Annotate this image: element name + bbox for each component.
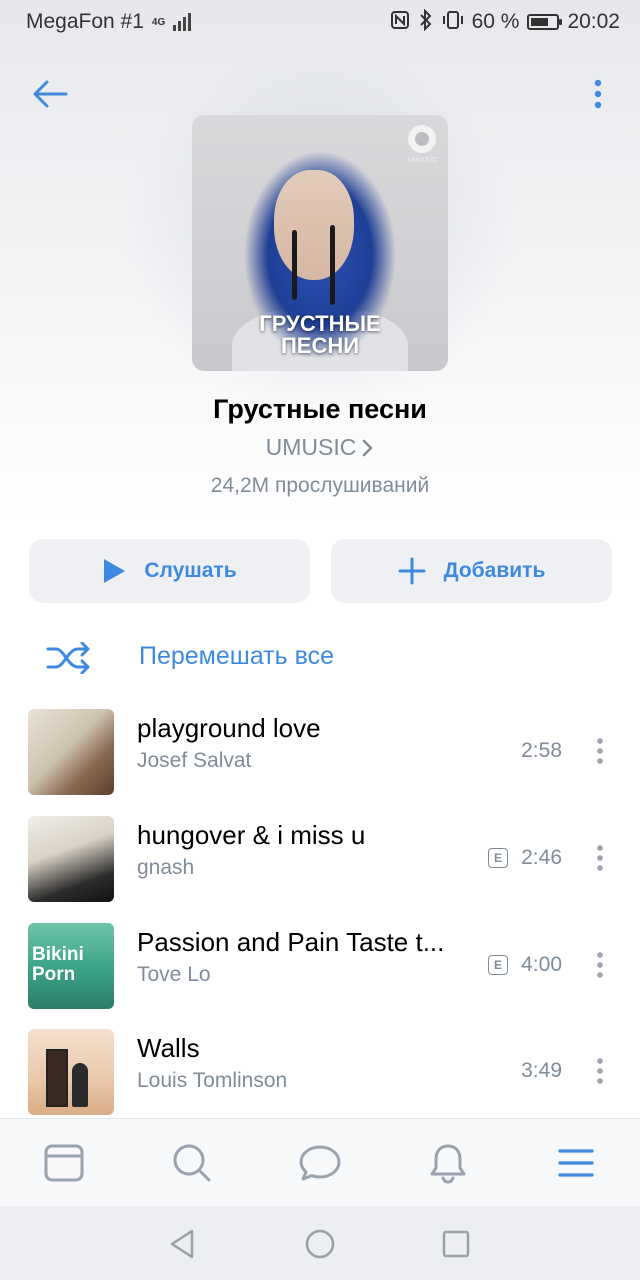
system-navigation-bar: [0, 1206, 640, 1280]
playlist-cover: UMUSIC ГРУСТНЫЕ ПЕСНИ: [192, 115, 448, 371]
cover-title-line1: ГРУСТНЫЕ: [259, 311, 381, 336]
signal-icon: [173, 13, 192, 31]
vertical-dots-icon: [594, 79, 602, 109]
tab-notifications[interactable]: [424, 1139, 472, 1187]
track-duration: 3:49: [521, 1059, 562, 1082]
listen-button-label: Слушать: [144, 559, 237, 582]
track-cover: [28, 1029, 114, 1115]
track-menu-button[interactable]: [588, 731, 612, 771]
triangle-back-icon: [170, 1229, 194, 1259]
cover-title: ГРУСТНЫЕ ПЕСНИ: [192, 313, 448, 357]
playlist-title: Грустные песни: [213, 394, 427, 424]
track-artist: gnash: [137, 856, 195, 879]
play-icon: [104, 559, 126, 583]
track-row[interactable]: Bikini Porn Passion and Pain Taste t... …: [0, 915, 640, 1015]
track-menu-button[interactable]: [588, 945, 612, 985]
nfc-icon: [390, 10, 410, 35]
tab-news[interactable]: [40, 1139, 88, 1187]
explicit-badge: E: [488, 848, 508, 868]
arrow-left-icon: [33, 80, 68, 108]
system-back-button[interactable]: [162, 1224, 202, 1264]
track-artist: Louis Tomlinson: [137, 1069, 288, 1092]
shuffle-label: Перемешать все: [139, 642, 335, 670]
square-recents-icon: [442, 1230, 470, 1258]
battery-icon: [527, 14, 563, 30]
track-artist: Tove Lo: [137, 963, 211, 986]
add-button-label: Добавить: [443, 559, 546, 582]
cover-logo-text: UMUSIC: [407, 157, 438, 164]
shuffle-all-button[interactable]: Перемешать все: [0, 630, 640, 686]
status-bar: MegaFon #1 4G 60 % 20:02: [0, 0, 640, 44]
system-home-button[interactable]: [300, 1224, 340, 1264]
track-duration: 2:58: [521, 739, 562, 762]
track-title: Walls: [137, 1033, 200, 1063]
vibrate-icon: [442, 10, 464, 35]
menu-tab-icon: [558, 1149, 594, 1177]
system-recents-button[interactable]: [436, 1224, 476, 1264]
listen-button[interactable]: Слушать: [29, 539, 310, 603]
tab-search[interactable]: [168, 1139, 216, 1187]
track-cover: Bikini Porn: [28, 923, 114, 1009]
track-title: hungover & i miss u: [137, 820, 366, 850]
carrier-name: MegaFon #1: [26, 10, 144, 33]
track-artist: Josef Salvat: [137, 749, 252, 772]
track-row[interactable]: playground love Josef Salvat 2:58: [0, 701, 640, 801]
track-title: Passion and Pain Taste t...: [137, 927, 445, 957]
back-button[interactable]: [26, 72, 74, 116]
vertical-dots-icon: [597, 952, 603, 978]
track-cover-text: Bikini Porn: [32, 944, 84, 985]
tab-messages[interactable]: [296, 1139, 344, 1187]
track-duration: 2:46: [521, 846, 562, 869]
messages-tab-icon: [299, 1145, 341, 1181]
tab-menu[interactable]: [552, 1139, 600, 1187]
listens-count: 24,2M прослушиваний: [210, 474, 430, 497]
track-cover: [28, 816, 114, 902]
cover-title-line2: ПЕСНИ: [280, 333, 360, 358]
umusic-logo-icon: [408, 125, 436, 153]
clock: 20:02: [567, 10, 620, 33]
playlist-owner-link[interactable]: UMUSIC: [0, 434, 640, 461]
battery-percent: 60 %: [471, 10, 520, 33]
status-right: 60 % 20:02: [390, 8, 620, 36]
shuffle-icon: [46, 642, 90, 674]
network-type: 4G: [151, 16, 166, 28]
track-title: playground love: [137, 713, 321, 743]
bluetooth-icon: [418, 8, 434, 36]
vertical-dots-icon: [597, 1058, 603, 1084]
more-options-button[interactable]: [580, 72, 616, 116]
notifications-tab-icon: [430, 1144, 466, 1184]
search-tab-icon: [173, 1144, 211, 1182]
chevron-right-icon: [363, 439, 373, 456]
bottom-tab-bar: [0, 1118, 640, 1206]
explicit-badge: E: [488, 955, 508, 975]
track-menu-button[interactable]: [588, 1051, 612, 1091]
track-row[interactable]: hungover & i miss u gnash E 2:46: [0, 808, 640, 908]
track-menu-button[interactable]: [588, 838, 612, 878]
add-button[interactable]: Добавить: [331, 539, 612, 603]
track-duration: 4:00: [521, 953, 562, 976]
vertical-dots-icon: [597, 738, 603, 764]
vertical-dots-icon: [597, 845, 603, 871]
owner-name: UMUSIC: [265, 434, 357, 460]
plus-icon: [398, 557, 426, 585]
circle-home-icon: [305, 1229, 335, 1259]
news-tab-icon: [44, 1144, 84, 1182]
track-cover: [28, 709, 114, 795]
track-row[interactable]: Walls Louis Tomlinson 3:49: [0, 1021, 640, 1121]
status-left: MegaFon #1 4G: [26, 10, 192, 34]
